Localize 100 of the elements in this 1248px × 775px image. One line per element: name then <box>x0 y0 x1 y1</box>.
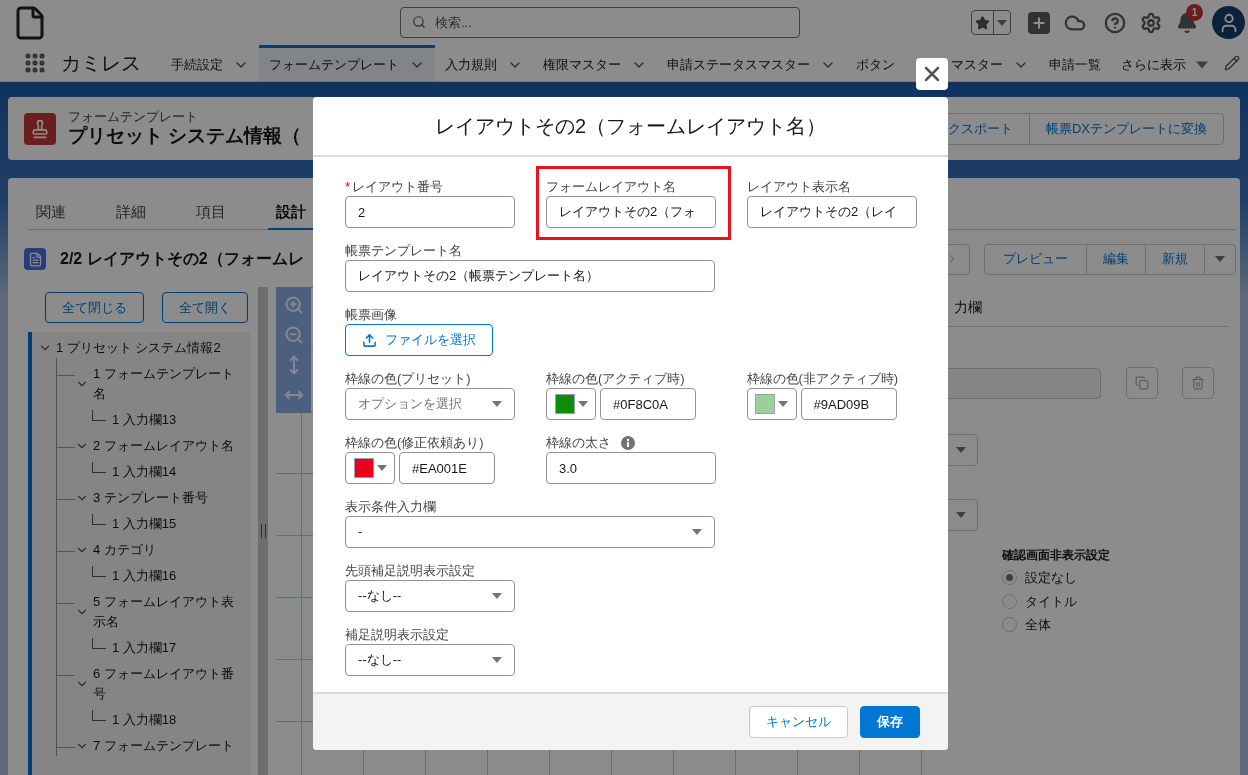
text-field[interactable]: レイアウトその2（帳票テンプレート名） <box>345 260 715 292</box>
nav-tab[interactable]: フォームテンプレート <box>259 45 435 81</box>
panel-tab[interactable]: 力欄 <box>954 297 982 318</box>
tree-item[interactable]: 1 入力欄18 <box>112 710 177 730</box>
radio-button[interactable] <box>1002 617 1017 633</box>
field-label: 帳票画像 <box>345 306 397 324</box>
color-hex-field[interactable]: #9AD09B <box>800 388 897 420</box>
caret-icon <box>577 401 588 407</box>
radio-button[interactable] <box>1002 593 1017 609</box>
text-field[interactable]: 3.0 <box>546 452 716 484</box>
field-label: 補足説明表示設定 <box>345 626 449 644</box>
color-hex-field[interactable]: #EA001E <box>399 452 495 484</box>
nav-tab[interactable]: ボタン マスター <box>846 45 1039 81</box>
required-mark: * <box>345 178 351 196</box>
tree-item[interactable]: 1 入力欄14 <box>112 462 177 482</box>
tree-item[interactable]: 1 入力欄13 <box>112 410 177 430</box>
color-picker-button[interactable] <box>345 452 395 484</box>
tree-item[interactable]: 5 フォームレイアウト表示名 <box>93 592 243 632</box>
nav-tab[interactable]: 手続設定 <box>161 45 259 81</box>
record-tab[interactable]: 項目 <box>188 196 268 230</box>
field-label: 表示条件入力欄 <box>345 498 436 516</box>
tree-item[interactable]: 4 カテゴリ <box>93 540 243 560</box>
record-tab[interactable]: 関連 <box>28 196 108 230</box>
cancel-button[interactable]: キャンセル <box>749 706 848 738</box>
search-icon <box>412 15 426 29</box>
star-icon <box>975 14 990 31</box>
radio-label: タイトル <box>1025 592 1077 611</box>
record-type: フォームテンプレート <box>68 109 199 124</box>
file-upload-button[interactable]: ファイルを選択 <box>345 324 493 356</box>
record-tab[interactable]: 詳細 <box>108 196 188 230</box>
tree-item[interactable]: 2 フォームレイアウト名 <box>93 436 243 456</box>
field-label: 枠線の太さ <box>546 434 611 452</box>
layout-action-button[interactable]: 編集 <box>1086 243 1146 275</box>
help-icon[interactable] <box>1104 11 1126 34</box>
save-button[interactable]: 保存 <box>860 706 920 738</box>
nav-tab[interactable]: さらに表示 <box>1111 45 1218 81</box>
caret-icon <box>778 401 788 407</box>
field-label: レイアウト番号 <box>352 178 444 196</box>
text-field[interactable]: レイアウトその2（レイ <box>747 196 917 228</box>
favorites-button[interactable] <box>971 10 1011 35</box>
field-label: 枠線の色(プリセット) <box>345 370 471 388</box>
caret-icon <box>956 447 966 453</box>
caret-icon <box>692 529 702 535</box>
nav-tab[interactable]: 入力規則 <box>435 45 533 81</box>
color-hex-field[interactable]: #0F8C0A <box>600 388 696 420</box>
tree-item[interactable]: 1 入力欄15 <box>112 514 177 534</box>
radio-label: 設定なし <box>1025 569 1077 587</box>
nav-tab[interactable]: 申請ステータスマスター <box>657 45 846 81</box>
notification-badge: 1 <box>1186 3 1203 21</box>
color-picker-button[interactable] <box>546 388 596 420</box>
text-field[interactable]: レイアウトその2（フォ <box>546 196 716 228</box>
tree-item[interactable]: 1 プリセット システム情報2 <box>56 338 221 358</box>
layout-action-button[interactable]: プレビュー <box>984 243 1087 275</box>
color-picker-button[interactable] <box>746 388 797 420</box>
settings-icon[interactable] <box>1140 11 1162 34</box>
caret-icon <box>1215 256 1225 262</box>
nav-tab[interactable]: 権限マスター <box>533 45 657 81</box>
caret-icon <box>956 512 966 518</box>
nav-tab[interactable]: 申請一覧 <box>1039 45 1111 81</box>
tree-toggle-button[interactable]: 全て開く <box>161 292 248 323</box>
select-field[interactable]: --なし-- <box>345 644 515 676</box>
tree-item[interactable]: 1 入力欄17 <box>112 638 177 658</box>
field-label: フォームレイアウト名 <box>546 178 676 196</box>
text-field[interactable]: 2 <box>345 196 515 228</box>
tree-item[interactable]: 6 フォームレイアウト番号 <box>93 664 243 704</box>
action-button[interactable]: 帳票DXテンプレートに変換 <box>1028 112 1224 145</box>
field-label: 枠線の色(アクティブ時) <box>546 370 685 388</box>
field-label: 枠線の色(修正依頼あり) <box>345 434 484 452</box>
tree-item[interactable]: 7 フォームテンプレート <box>93 736 243 756</box>
tree-item[interactable]: 1 入力欄16 <box>112 566 177 586</box>
more-actions-button[interactable] <box>1204 243 1236 275</box>
app-name: カミレス <box>61 51 141 76</box>
edit-icon[interactable] <box>1224 55 1240 71</box>
tree-toggle-button[interactable]: 全て閉じる <box>44 292 144 323</box>
copy-icon <box>1135 376 1149 390</box>
caret-icon <box>376 465 387 471</box>
select-field[interactable]: - <box>345 516 715 548</box>
app-launcher-icon[interactable] <box>23 51 47 75</box>
layout-title: 2/2 レイアウトその2（フォームレ <box>60 249 304 269</box>
record-icon <box>24 112 56 145</box>
plus-icon <box>1031 14 1047 31</box>
search-field[interactable]: 検索... <box>400 7 800 38</box>
avatar-icon[interactable] <box>1212 6 1245 39</box>
caret-icon <box>997 19 1007 26</box>
radio-button[interactable] <box>1002 570 1017 586</box>
trash-icon <box>1191 376 1205 390</box>
close-button[interactable] <box>916 58 948 90</box>
layout-action-button[interactable]: 新規 <box>1145 243 1205 275</box>
record-title: プリセット システム情報（ <box>68 124 302 148</box>
tree-item[interactable]: 1 フォームテンプレート名 <box>93 364 243 404</box>
radio-group-title: 確認画面非表示設定 <box>1002 547 1111 564</box>
info-icon[interactable] <box>621 436 635 450</box>
select-field[interactable]: --なし-- <box>345 580 515 612</box>
add-button[interactable] <box>1028 11 1050 34</box>
upload-icon <box>362 332 377 348</box>
splitter-grip-icon[interactable] <box>260 524 266 538</box>
tree-item[interactable]: 3 テンプレート番号 <box>93 488 243 508</box>
select-field[interactable]: オプションを選択 <box>345 388 515 420</box>
field-label: 枠線の色(非アクティブ時) <box>746 370 899 388</box>
field-label: レイアウト表示名 <box>747 178 851 196</box>
